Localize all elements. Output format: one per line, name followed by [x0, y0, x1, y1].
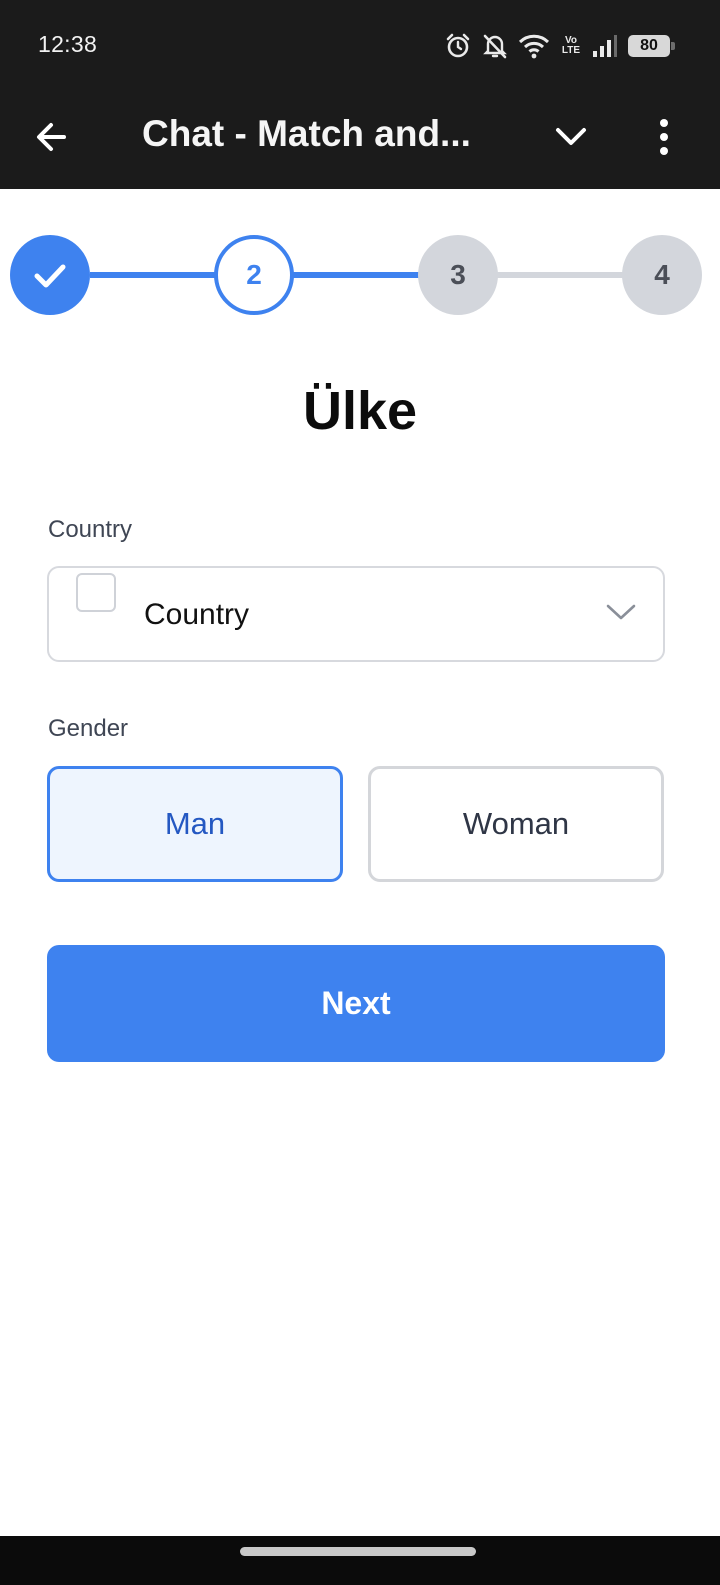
bell-muted-icon [482, 32, 508, 60]
app-title: Chat - Match and... [142, 113, 471, 154]
status-icons: Vo LTE 80 [444, 30, 675, 62]
country-label: Country [48, 516, 133, 543]
step-3: 3 [418, 235, 498, 315]
status-time: 12:38 [38, 31, 98, 57]
gender-man-button[interactable]: Man [47, 766, 343, 882]
back-button[interactable] [30, 112, 80, 162]
app-bar: Chat - Match and... [0, 90, 720, 189]
expand-button[interactable] [548, 112, 598, 162]
gender-woman-button[interactable]: Woman [368, 766, 664, 882]
gender-label: Gender [48, 715, 129, 742]
check-icon [34, 264, 66, 288]
back-arrow-icon [37, 123, 66, 151]
system-nav-bar [0, 1536, 720, 1585]
step-1-done [10, 235, 90, 315]
volte-bottom-label: LTE [561, 45, 581, 56]
more-vert-icon [660, 119, 668, 155]
next-button[interactable]: Next [47, 945, 665, 1062]
step-connector-3 [496, 272, 624, 278]
home-gesture-handle[interactable] [240, 1547, 476, 1556]
step-connector-1 [90, 272, 216, 278]
progress-stepper: 2 3 4 [0, 235, 720, 315]
alarm-icon [444, 32, 472, 60]
step-4: 4 [622, 235, 702, 315]
country-select[interactable]: Country [47, 566, 665, 662]
step-2-current: 2 [214, 235, 294, 315]
more-options-button[interactable] [643, 112, 683, 162]
step-connector-2 [292, 272, 420, 278]
wifi-icon [518, 33, 550, 59]
signal-icon [592, 34, 618, 58]
country-select-value: Country [144, 598, 250, 631]
chevron-down-icon [606, 604, 636, 620]
volte-icon: Vo LTE [560, 36, 582, 56]
status-bar: 12:38 Vo LTE 80 [0, 0, 720, 90]
flag-placeholder-icon [76, 573, 116, 612]
chevron-down-icon [556, 128, 586, 145]
battery-icon: 80 [628, 35, 675, 57]
page-title: Ülke [302, 381, 418, 441]
